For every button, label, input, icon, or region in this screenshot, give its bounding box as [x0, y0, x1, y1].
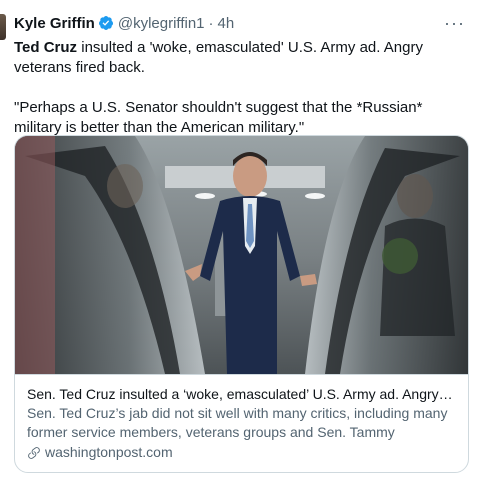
- card-meta[interactable]: Sen. Ted Cruz insulted a ‘woke, emascula…: [15, 374, 468, 462]
- more-options-icon[interactable]: ···: [444, 14, 465, 32]
- card-image[interactable]: [15, 136, 468, 374]
- author-handle[interactable]: @kylegriffin1: [118, 15, 205, 32]
- separator-dot: ·: [208, 14, 214, 32]
- tweet-quote: "Perhaps a U.S. Senator shouldn't sugges…: [14, 99, 423, 136]
- card-description: Sen. Ted Cruz’s jab did not sit well wit…: [27, 405, 448, 440]
- card-domain[interactable]: washingtonpost.com: [27, 443, 456, 462]
- tweet-timestamp[interactable]: 4h: [218, 15, 235, 32]
- card-domain-text[interactable]: washingtonpost.com: [45, 443, 173, 462]
- card-title[interactable]: Sen. Ted Cruz insulted a ‘woke, emascula…: [27, 385, 456, 404]
- tweet[interactable]: Kyle Griffin @kylegriffin1 · 4h ··· Ted …: [0, 0, 477, 478]
- tweet-headline: Ted Cruz insulted a 'woke, emasculated' …: [14, 38, 459, 78]
- card-photo: [15, 136, 468, 374]
- link-card[interactable]: Sen. Ted Cruz insulted a ‘woke, emascula…: [14, 135, 469, 473]
- tweet-header: Kyle Griffin @kylegriffin1 · 4h ···: [14, 10, 467, 36]
- verified-badge-icon: [98, 15, 114, 31]
- link-icon: [28, 446, 40, 459]
- tweet-text-bold: Ted Cruz: [14, 39, 78, 56]
- tweet-text: Ted Cruz insulted a 'woke, emasculated' …: [14, 38, 459, 138]
- author-name[interactable]: Kyle Griffin: [14, 15, 95, 32]
- avatar[interactable]: [0, 14, 6, 40]
